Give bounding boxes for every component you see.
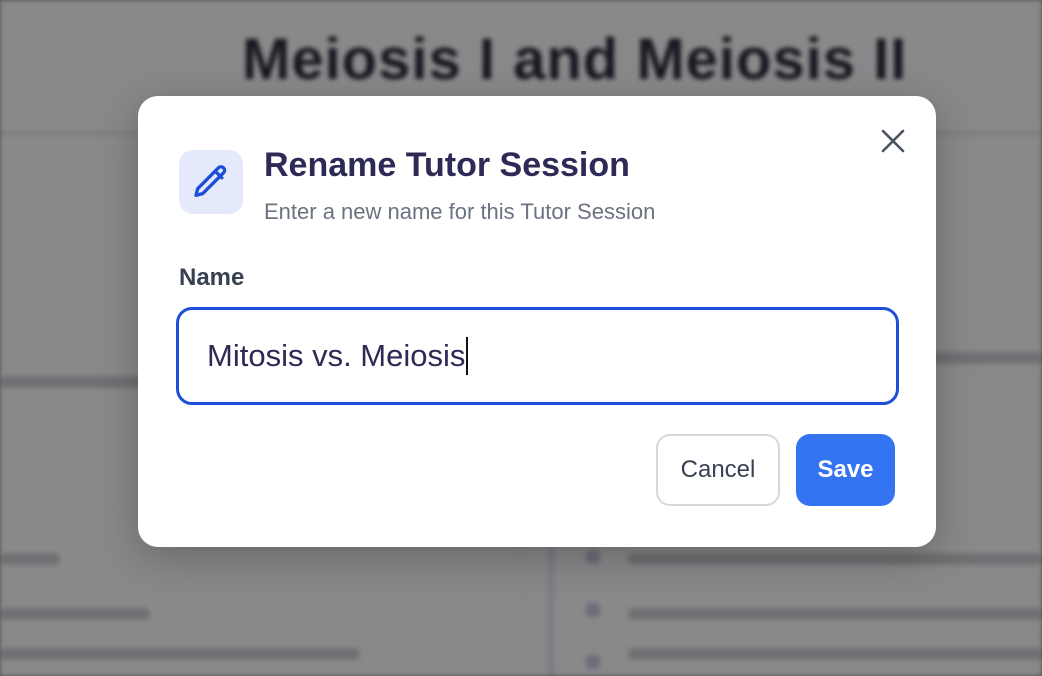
- cancel-button[interactable]: Cancel: [656, 434, 780, 506]
- text-caret: [466, 337, 469, 375]
- dialog-subtitle: Enter a new name for this Tutor Session: [264, 199, 656, 224]
- dialog-icon-container: [179, 150, 243, 214]
- dialog-title: Rename Tutor Session: [264, 146, 630, 184]
- name-input-value[interactable]: Mitosis vs. Meiosis: [207, 338, 465, 374]
- name-input[interactable]: Mitosis vs. Meiosis: [176, 307, 899, 405]
- close-icon: [881, 129, 905, 153]
- save-button[interactable]: Save: [796, 434, 895, 506]
- pencil-icon: [194, 165, 227, 197]
- rename-dialog: Rename Tutor Session Enter a new name fo…: [138, 96, 936, 547]
- name-field-label: Name: [179, 264, 245, 291]
- close-button[interactable]: [876, 124, 910, 158]
